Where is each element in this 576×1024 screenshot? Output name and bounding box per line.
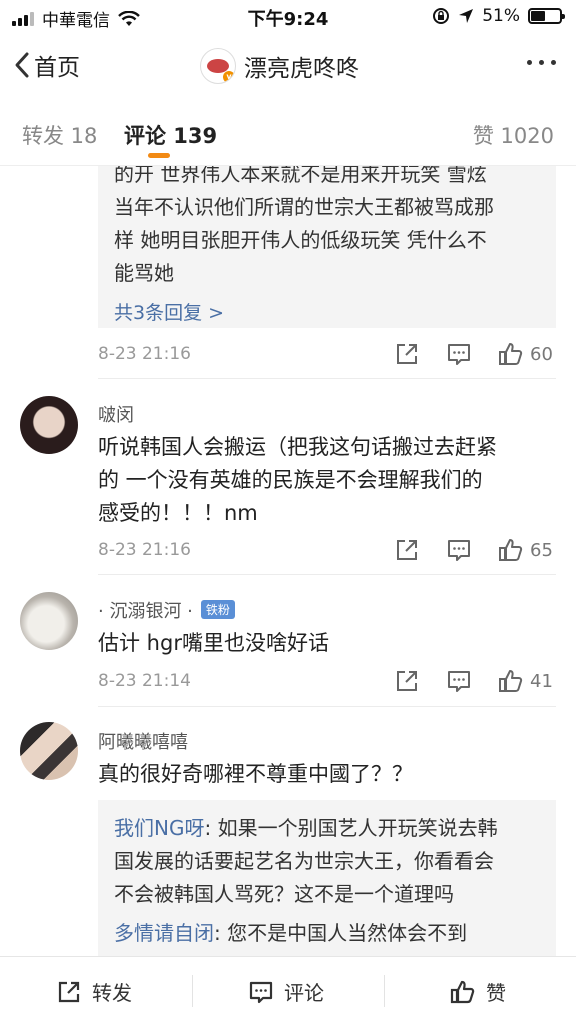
comment-actions: 65 — [368, 537, 556, 563]
comment-author[interactable]: · 沉溺银河 · 铁粉 — [98, 597, 235, 623]
like-icon[interactable] — [498, 668, 524, 694]
like-count: 65 — [530, 539, 553, 561]
reply-line: 当年不认识他们所谓的世宗大王都被骂成那 — [114, 195, 494, 219]
like-icon — [450, 980, 475, 1003]
bottom-action-bar: 转发 评论 赞 — [0, 956, 576, 1024]
divider — [192, 975, 193, 1007]
tab-likes[interactable]: 赞 1020 — [473, 120, 554, 150]
reply-author[interactable]: 我们NG呀 — [114, 816, 204, 840]
like-icon[interactable] — [498, 537, 524, 563]
avatar: v — [200, 48, 236, 84]
reply-line: 的开 世界伟人本来就不是用来开玩笑 雪炫 — [114, 166, 487, 186]
reply-line: 不会被韩国人骂死？这不是一个道理吗 — [114, 882, 454, 906]
back-button[interactable]: 首页 — [14, 48, 80, 82]
nav-user[interactable]: v 漂亮虎咚咚 — [200, 48, 359, 84]
reply-box[interactable]: 我们NG呀: 如果一个别国艺人开玩笑说去韩 国发展的话要起艺名为世宗大王，你看看… — [98, 800, 556, 956]
tab-comments[interactable]: 评论 139 — [124, 120, 217, 150]
like-count: 60 — [530, 343, 553, 365]
reply-item: 多情请自闭: 您不是中国人当然体会不到 — [114, 921, 468, 945]
more-replies-link[interactable]: 共3条回复 > — [114, 298, 540, 325]
comment-icon[interactable] — [446, 668, 472, 694]
verified-badge: v — [223, 71, 235, 83]
active-tab-indicator — [148, 153, 170, 158]
more-icon[interactable] — [527, 60, 556, 65]
comment-button[interactable]: 评论 — [248, 977, 324, 1006]
comment-author[interactable]: 啵闵 — [98, 401, 134, 427]
nav-bar: 首页 v 漂亮虎咚咚 — [0, 34, 576, 98]
back-label: 首页 — [34, 55, 80, 81]
battery-percent: 51% — [482, 6, 520, 26]
reply-line: 能骂她 — [114, 261, 174, 285]
battery-icon — [528, 8, 565, 24]
divider — [98, 378, 556, 379]
reply-line: 样 她明目张胆开伟人的低级玩笑 凭什么不 — [114, 228, 487, 252]
like-icon[interactable] — [498, 341, 524, 367]
reply-author[interactable]: 多情请自闭 — [114, 921, 214, 945]
status-bar: 中華電信 下午9:24 51% — [0, 0, 576, 34]
lock-rotation-icon — [433, 8, 450, 24]
comment-time: 8-23 21:16 — [98, 540, 191, 560]
comment-text: 真的很好奇哪裡不尊重中國了？？ — [98, 762, 413, 786]
share-icon[interactable] — [394, 537, 420, 563]
reply-line: 国发展的话要起艺名为世宗大王，你看看会 — [114, 849, 494, 873]
comment-icon — [249, 981, 273, 1003]
comment-icon[interactable] — [446, 341, 472, 367]
like-button[interactable]: 赞 — [450, 977, 506, 1006]
divider — [98, 574, 556, 575]
comment-text: 估计 hgr嘴里也没啥好话 — [98, 631, 329, 655]
comment-text: 听说韩国人会搬运（把我这句话搬过去赶紧 的 一个没有英雄的民族是不会理解我们的 … — [98, 435, 497, 525]
comment-actions: 60 — [368, 341, 556, 367]
page-title: 漂亮虎咚咚 — [244, 56, 359, 82]
comment-label: 评论 — [284, 981, 324, 1005]
share-icon — [58, 981, 80, 1002]
comment-actions: 41 — [368, 668, 556, 694]
divider — [384, 975, 385, 1007]
location-icon — [459, 9, 474, 23]
repost-button[interactable]: 转发 — [56, 977, 132, 1006]
avatar[interactable] — [20, 396, 78, 454]
like-label: 赞 — [486, 981, 506, 1005]
repost-label: 转发 — [92, 981, 132, 1005]
reply-item: 我们NG呀: 如果一个别国艺人开玩笑说去韩 — [114, 816, 498, 840]
tab-repost[interactable]: 转发 18 — [22, 120, 97, 150]
avatar[interactable] — [20, 722, 78, 780]
like-count: 41 — [530, 670, 553, 692]
share-icon[interactable] — [394, 668, 420, 694]
comment-author[interactable]: 阿曦曦嘻嘻 — [98, 728, 188, 754]
avatar[interactable] — [20, 592, 78, 650]
share-icon[interactable] — [394, 341, 420, 367]
tab-bar: 转发 18 评论 139 赞 1020 — [0, 98, 576, 166]
comment-icon[interactable] — [446, 537, 472, 563]
fan-badge: 铁粉 — [200, 600, 235, 619]
chevron-left-icon — [15, 52, 29, 78]
reply-box[interactable]: 的开 世界伟人本来就不是用来开玩笑 雪炫 当年不认识他们所谓的世宗大王都被骂成那… — [98, 166, 556, 328]
comment-time: 8-23 21:16 — [98, 344, 191, 364]
comment-list: 的开 世界伟人本来就不是用来开玩笑 雪炫 当年不认识他们所谓的世宗大王都被骂成那… — [0, 166, 576, 956]
divider — [98, 706, 556, 707]
comment-time: 8-23 21:14 — [98, 671, 191, 691]
